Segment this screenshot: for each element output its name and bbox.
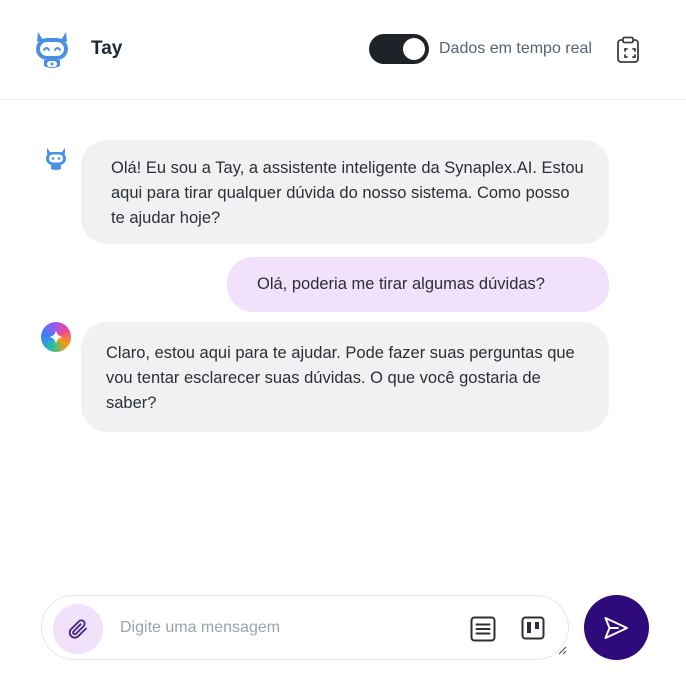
realtime-data-toggle[interactable] bbox=[369, 34, 429, 64]
message-input[interactable] bbox=[120, 614, 450, 642]
paperclip-icon bbox=[68, 619, 87, 639]
message-composer bbox=[41, 595, 569, 660]
robot-avatar-icon bbox=[46, 148, 66, 170]
kanban-icon[interactable] bbox=[521, 616, 545, 640]
send-icon bbox=[604, 617, 628, 639]
attach-button[interactable] bbox=[53, 604, 103, 654]
chat-title: Tay bbox=[91, 38, 123, 59]
send-button[interactable] bbox=[584, 595, 649, 660]
robot-logo-icon bbox=[36, 32, 68, 68]
user-message: Olá, poderia me tirar algumas dúvidas? bbox=[227, 257, 609, 312]
toggle-knob bbox=[403, 38, 425, 60]
bot-message: Olá! Eu sou a Tay, a assistente intelige… bbox=[81, 140, 609, 244]
ai-sparkle-avatar-icon bbox=[41, 322, 71, 352]
resize-handle-icon[interactable] bbox=[555, 643, 567, 655]
list-icon[interactable] bbox=[470, 616, 496, 642]
chat-header: Tay Dados em tempo real bbox=[0, 0, 686, 100]
bot-message: Claro, estou aqui para te ajudar. Pode f… bbox=[81, 322, 609, 432]
realtime-data-label: Dados em tempo real bbox=[439, 40, 592, 57]
clipboard-icon[interactable] bbox=[616, 36, 642, 64]
